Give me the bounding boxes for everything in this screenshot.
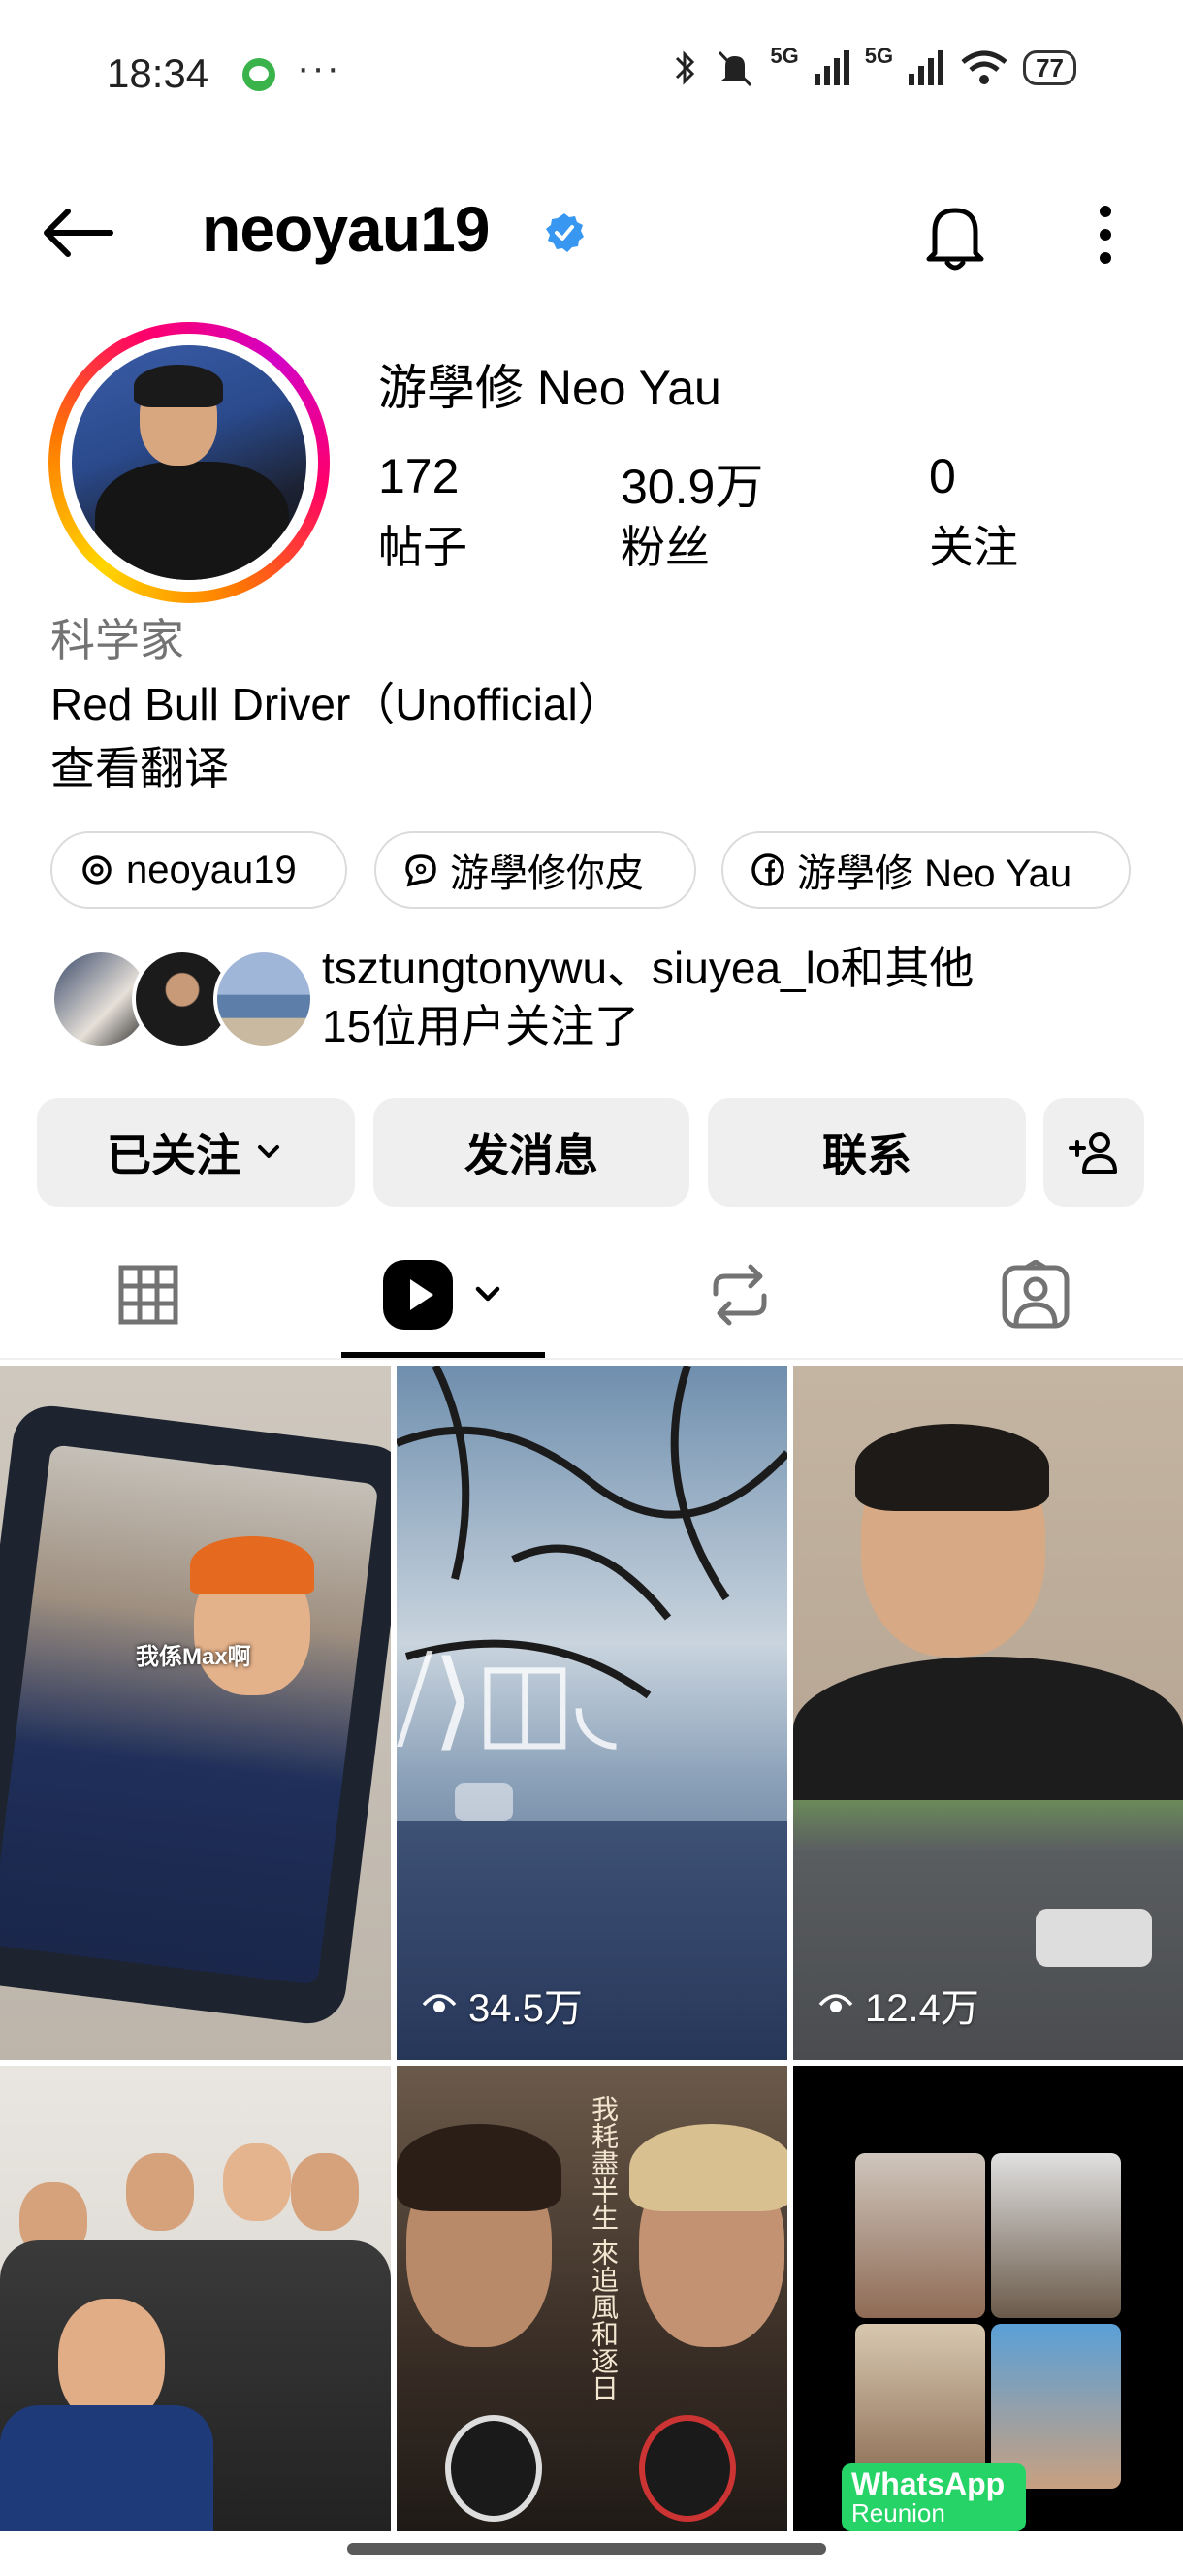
followers-label[interactable]: 粉丝 xyxy=(621,512,710,576)
threads-link-pill[interactable]: neoyau19 xyxy=(50,831,347,909)
chevron-down-icon xyxy=(475,1286,499,1302)
followed-by-line2: 15位用户关注了 xyxy=(322,1001,640,1051)
following-button-label: 已关注 xyxy=(107,1130,240,1180)
message-button-label: 发消息 xyxy=(464,1130,598,1180)
tab-reposts[interactable] xyxy=(640,1232,839,1358)
facebook-link-label: 游學修 Neo Yau xyxy=(797,853,1072,895)
profile-category: 科学家 xyxy=(50,615,184,665)
tagged-person-icon xyxy=(1002,1260,1069,1329)
view-count-label: 34.5万 xyxy=(468,1987,583,2030)
see-translation-link[interactable]: 查看翻译 xyxy=(50,733,229,797)
contact-button-label: 联系 xyxy=(822,1130,911,1180)
followers-count[interactable]: 30.9万 xyxy=(621,448,763,518)
reel-tile[interactable] xyxy=(0,2066,391,2531)
profile-bio: Red Bull Driver（Unofficial） xyxy=(50,679,623,729)
following-label[interactable]: 关注 xyxy=(929,512,1018,576)
threads-chat-icon xyxy=(405,854,436,887)
threads-icon xyxy=(82,855,112,885)
tab-tagged[interactable] xyxy=(936,1232,1135,1358)
reel-tile[interactable]: 12.4万 xyxy=(793,1366,1183,2060)
whatsapp-badge: WhatsApp Reunion xyxy=(842,2463,1026,2531)
battery-indicator: 77 xyxy=(1023,50,1076,85)
reel-tile[interactable]: 我耗盡半生 來追風和逐日 xyxy=(397,2066,787,2531)
profile-avatar[interactable] xyxy=(72,345,306,580)
view-count-label: 12.4万 xyxy=(865,1987,979,2030)
verified-badge-icon xyxy=(546,213,584,252)
message-button[interactable]: 发消息 xyxy=(373,1098,689,1207)
reel-tile[interactable]: 我係Max啊 xyxy=(0,1366,391,2060)
network-5g-label-2: 5G xyxy=(864,44,894,68)
threads-chat-link-label: 游學修你皮 xyxy=(450,853,644,895)
followed-by-line1: tsztungtonywu、siuyea_lo和其他 xyxy=(322,943,975,993)
more-notifications-icon: ··· xyxy=(297,47,341,89)
profile-username: neoyau19 xyxy=(202,193,490,265)
bluetooth-icon xyxy=(676,50,695,85)
whatsapp-badge-title: WhatsApp xyxy=(851,2466,1006,2501)
whatsapp-badge-subtitle: Reunion xyxy=(851,2498,945,2528)
tab-posts-grid[interactable] xyxy=(48,1232,247,1358)
status-icons: 5G 5G 77 xyxy=(671,44,1076,87)
add-person-icon xyxy=(1069,1132,1117,1174)
signal-icon-2 xyxy=(909,50,944,85)
following-button[interactable]: 已关注 xyxy=(37,1098,355,1207)
facebook-link-pill[interactable]: 游學修 Neo Yau xyxy=(721,831,1131,909)
mute-icon xyxy=(719,50,752,87)
posts-label[interactable]: 帖子 xyxy=(378,512,467,576)
chevron-down-icon xyxy=(258,1145,279,1158)
facebook-icon xyxy=(751,853,784,886)
view-count: 12.4万 xyxy=(818,1977,979,2033)
threads-link-label: neoyau19 xyxy=(126,848,297,891)
following-count[interactable]: 0 xyxy=(929,448,956,504)
network-5g-label: 5G xyxy=(770,44,799,68)
status-time: 18:34 xyxy=(107,50,209,96)
notification-bell-icon[interactable] xyxy=(921,199,989,273)
view-count: 34.5万 xyxy=(422,1977,583,2033)
suggest-people-button[interactable] xyxy=(1043,1098,1144,1207)
wechat-icon xyxy=(242,58,275,91)
eye-icon xyxy=(422,1994,457,2012)
reel-tile[interactable]: ⧸⟩◫◟ 34.5万 xyxy=(397,1366,787,2060)
tab-reels[interactable] xyxy=(344,1232,543,1358)
threads-chat-link-pill[interactable]: 游學修你皮 xyxy=(374,831,696,909)
eye-icon xyxy=(818,1994,853,2012)
reel-tile[interactable]: WhatsApp Reunion xyxy=(793,2066,1183,2531)
follower-avatar-3[interactable] xyxy=(213,949,314,1049)
profile-full-name: 游學修 Neo Yau xyxy=(378,361,721,415)
grid-icon xyxy=(118,1265,177,1325)
signal-icon xyxy=(814,50,849,85)
contact-button[interactable]: 联系 xyxy=(708,1098,1026,1207)
repost-icon xyxy=(713,1264,766,1326)
poster-text: 我耗盡半生 來追風和逐日 xyxy=(589,2095,619,2401)
wifi-icon xyxy=(961,50,1007,84)
more-options-icon[interactable] xyxy=(1086,204,1125,266)
reels-play-icon xyxy=(382,1260,453,1330)
posts-count[interactable]: 172 xyxy=(378,448,459,504)
followed-by-text[interactable]: tsztungtonywu、siuyea_lo和其他 15位用户关注了 xyxy=(322,939,1156,1055)
reel-caption: 我係Max啊 xyxy=(136,1644,251,1670)
home-indicator[interactable] xyxy=(347,2543,826,2555)
back-arrow-icon[interactable] xyxy=(39,204,116,262)
